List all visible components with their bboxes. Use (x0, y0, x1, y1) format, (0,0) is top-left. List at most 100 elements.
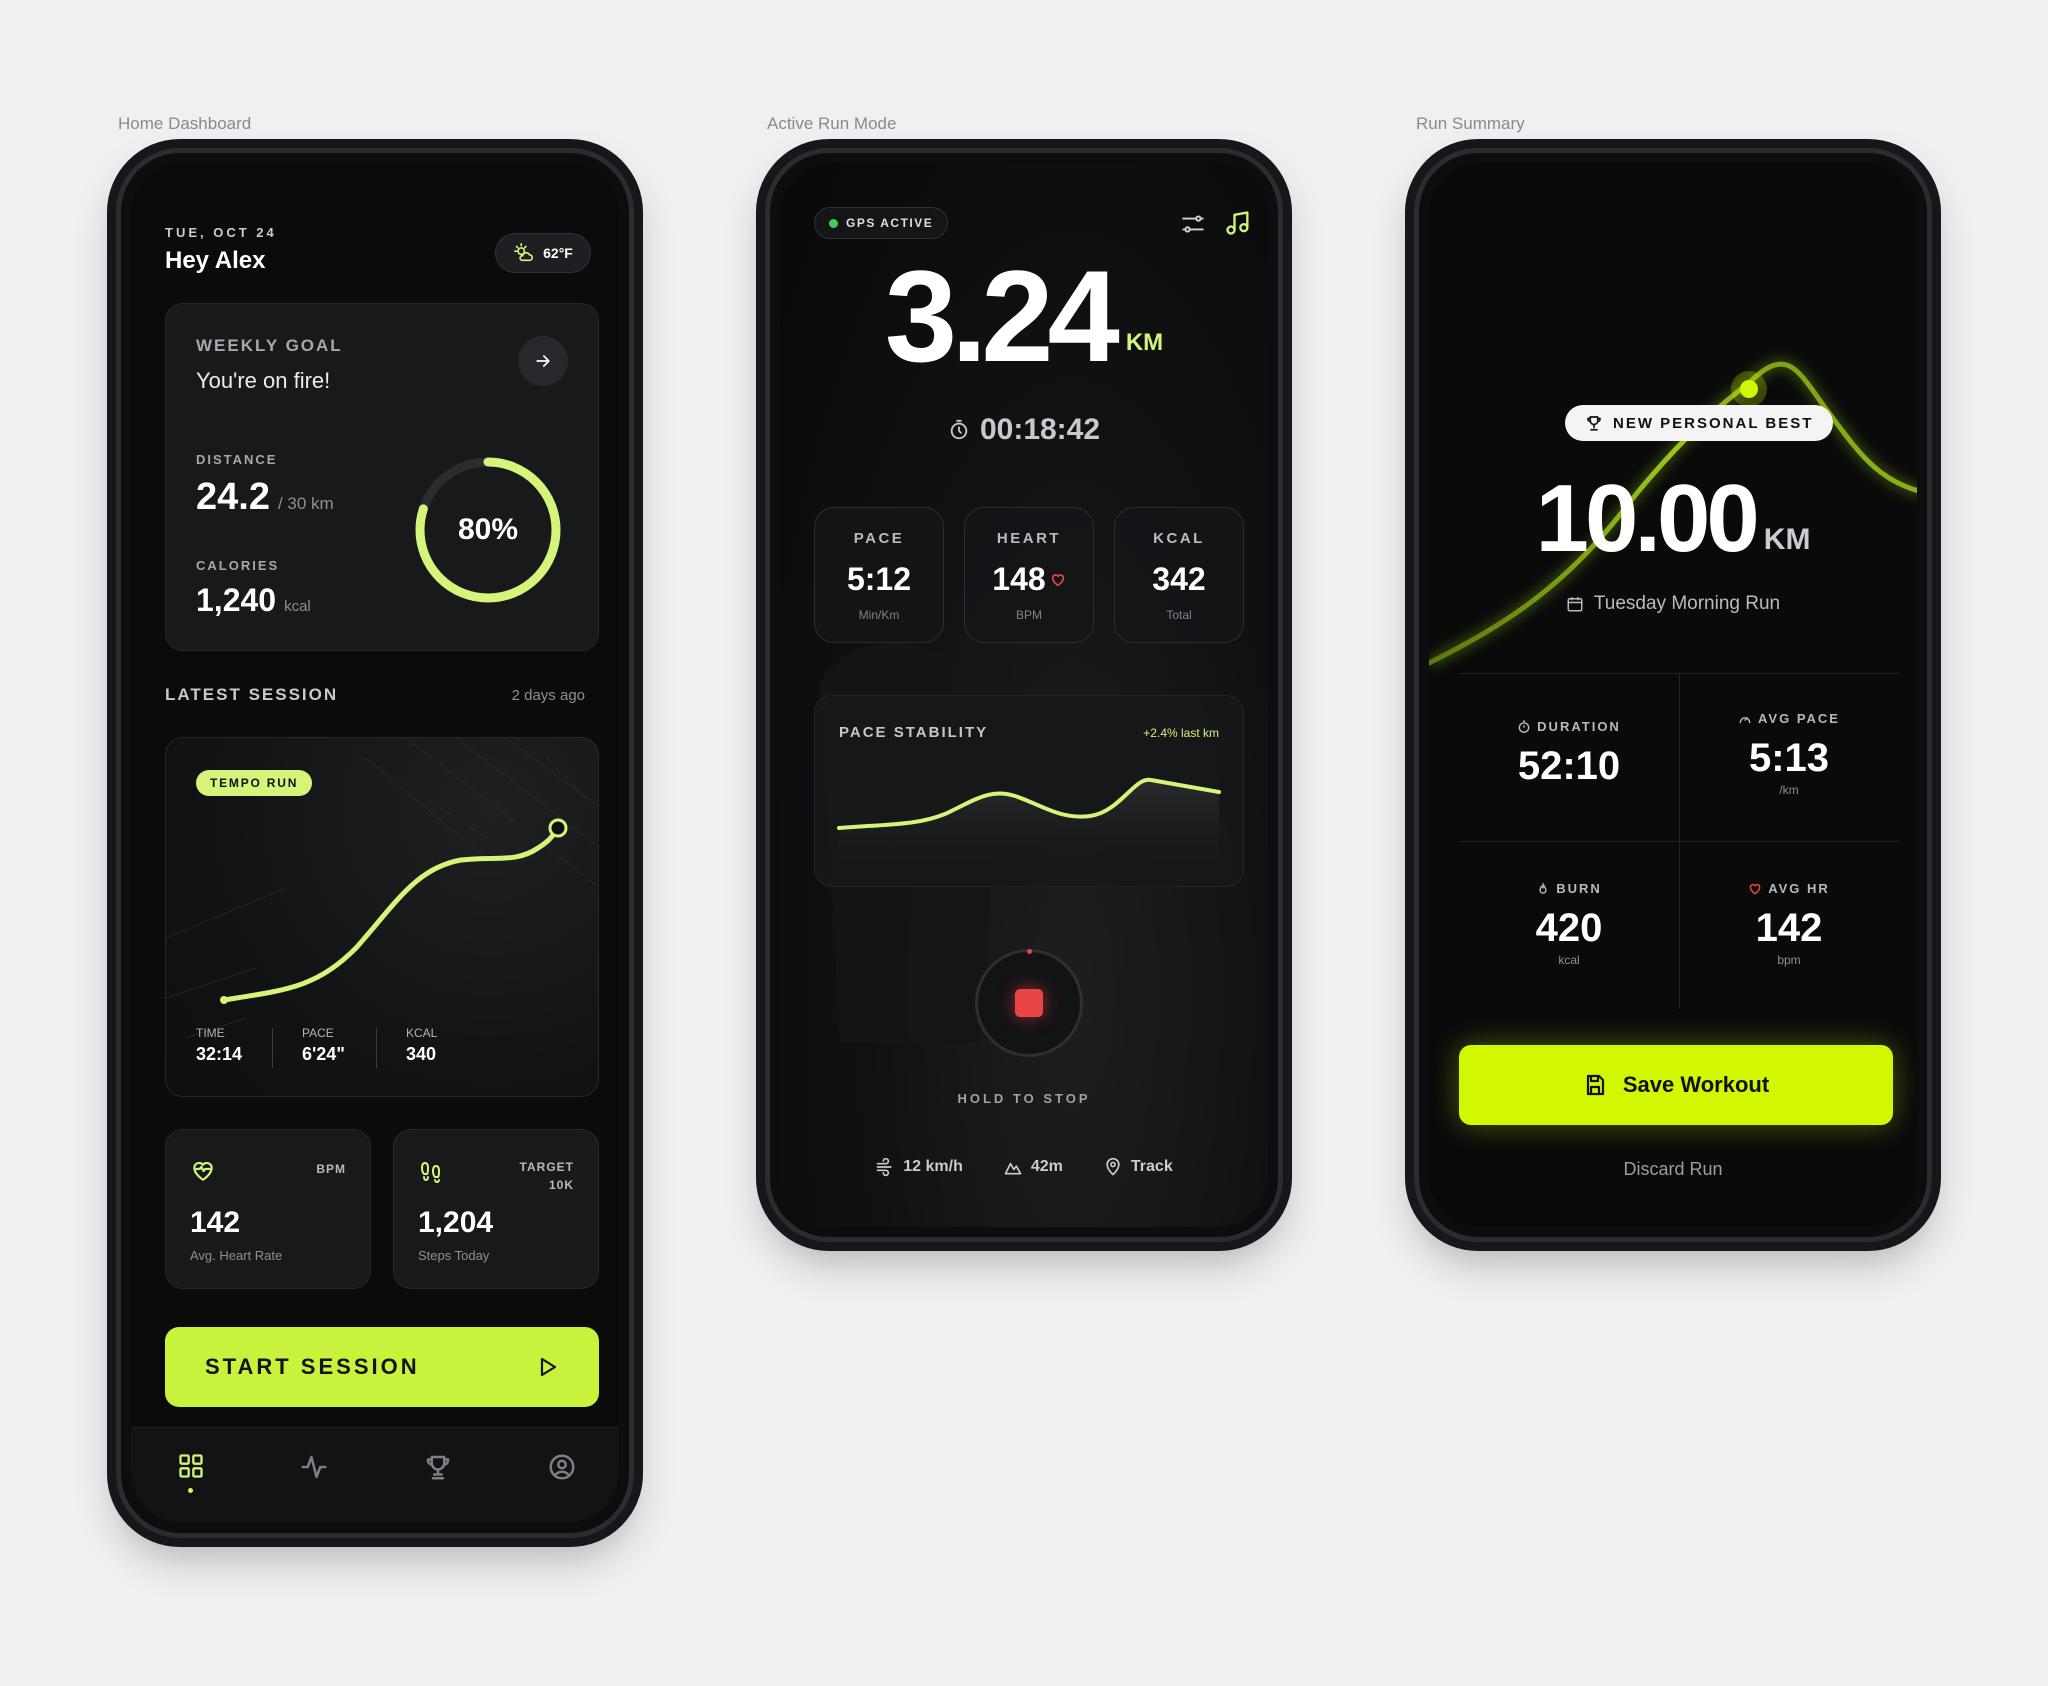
summary-screen: NEW PERSONAL BEST 10.00 KM Tuesday Morni… (1429, 163, 1917, 1227)
home-screen: TUE, OCT 24 Hey Alex 62°F WEEKLY GOAL Yo… (131, 163, 619, 1523)
distance-target: / 30 km (277, 494, 334, 513)
heart-icon (1749, 883, 1761, 895)
pace-stability-chart (837, 777, 1221, 876)
personal-best-label: NEW PERSONAL BEST (1613, 414, 1814, 432)
activity-icon (301, 1455, 327, 1479)
summary-distance: 10.00 (1535, 465, 1760, 572)
weekly-goal-card[interactable]: WEEKLY GOAL You're on fire! DISTANCE 24.… (165, 303, 599, 651)
save-icon (1586, 1074, 1604, 1096)
nav-profile[interactable] (547, 1452, 577, 1482)
footprints-icon (420, 1161, 441, 1184)
summary-distance-display: 10.00 KM (1429, 471, 1917, 567)
summary-burn: BURN 420 kcal (1535, 881, 1603, 967)
stat-kcal: KCAL 342 Total (1114, 507, 1244, 643)
steps-value: 1,204 (418, 1206, 494, 1239)
stop-square-icon (1015, 989, 1043, 1017)
heart-caption: Avg. Heart Rate (190, 1248, 283, 1263)
user-circle-icon (549, 1454, 575, 1480)
stopwatch-icon (950, 419, 968, 440)
stat-pace: PACE 5:12 Min/Km (814, 507, 944, 643)
gps-chip: GPS ACTIVE (814, 207, 949, 239)
latest-session-when: 2 days ago (511, 687, 585, 704)
wind-icon (876, 1157, 892, 1177)
greeting: Hey Alex (165, 247, 266, 274)
summary-duration: DURATION 52:10 (1517, 719, 1621, 788)
map-pin-icon (1106, 1157, 1120, 1176)
heart-icon (1051, 573, 1064, 586)
run-name: Tuesday Morning Run (1429, 593, 1917, 615)
phone-active: GPS ACTIVE 3.24 KM 00:18:42 PACE 5:12 Mi… (765, 148, 1283, 1242)
weather-chip[interactable]: 62°F (495, 233, 591, 273)
heart-pulse-icon (193, 1161, 213, 1181)
pace-stability-card: PACE STABILITY +2.4% last km (814, 695, 1244, 887)
bottom-nav (131, 1427, 619, 1523)
start-session-label: START SESSION (205, 1354, 420, 1379)
stop-button[interactable] (975, 949, 1083, 1057)
personal-best-badge: NEW PERSONAL BEST (1565, 405, 1834, 441)
speed-readout: 12 km/h (875, 1157, 963, 1177)
heart-unit: BPM (316, 1162, 346, 1176)
gps-status-dot (829, 218, 838, 228)
heart-rate-card[interactable]: BPM 142 Avg. Heart Rate (165, 1129, 371, 1289)
calories-value: 1,240 (196, 582, 277, 618)
hold-to-stop-label: HOLD TO STOP (957, 1091, 1091, 1106)
distance-value: 24.2 (196, 476, 270, 518)
distance-label: DISTANCE (196, 452, 278, 467)
caption-summary: Run Summary (1416, 114, 1525, 133)
save-workout-label: Save Workout (1622, 1072, 1770, 1097)
active-distance: 3.24 (884, 243, 1120, 389)
mountain-icon (1004, 1162, 1022, 1175)
gauge-icon (1739, 716, 1751, 723)
steps-target: TARGET 10K (519, 1160, 574, 1192)
weather-temp: 62°F (543, 245, 573, 261)
partly-sunny-icon (514, 243, 534, 262)
play-icon (540, 1357, 557, 1377)
stat-heart: HEART 148 BPM (964, 507, 1094, 643)
save-workout-button[interactable]: Save Workout (1459, 1045, 1893, 1125)
weekly-goal-label: WEEKLY GOAL (196, 336, 343, 355)
caption-home: Home Dashboard (118, 114, 252, 133)
goal-progress-ring: 80% (410, 452, 566, 608)
track-button[interactable]: Track (1103, 1157, 1173, 1177)
calories-unit: kcal (284, 598, 311, 615)
nav-activity[interactable] (299, 1452, 329, 1482)
heart-value: 142 (190, 1206, 241, 1239)
stop-progress-dot (1027, 949, 1032, 954)
stopwatch-icon (1518, 719, 1530, 733)
caption-active: Active Run Mode (767, 114, 897, 133)
summary-avg-pace: AVG PACE 5:13 /km (1679, 711, 1899, 797)
steps-caption: Steps Today (418, 1248, 490, 1263)
summary-avg-hr: AVG HR 142 bpm (1679, 881, 1899, 967)
active-footer: 12 km/h 42m Track (780, 1157, 1268, 1177)
nav-home[interactable] (177, 1452, 213, 1496)
elevation-readout: 42m (1003, 1157, 1063, 1177)
goal-progress-text: 80% (457, 513, 519, 546)
discard-run-button[interactable]: Discard Run (1429, 1159, 1917, 1180)
grid-icon (179, 1454, 203, 1478)
music-icon[interactable] (1224, 209, 1252, 237)
summary-distance-unit: KM (1763, 523, 1811, 556)
active-distance-unit: KM (1125, 329, 1164, 356)
nav-active-dot (188, 1488, 193, 1493)
phone-home: TUE, OCT 24 Hey Alex 62°F WEEKLY GOAL Yo… (116, 148, 634, 1538)
flame-icon (1539, 882, 1547, 894)
sliders-icon[interactable] (1180, 211, 1206, 237)
distance-display: 3.24 KM (780, 251, 1268, 381)
gps-label: GPS ACTIVE (846, 216, 934, 230)
date-label: TUE, OCT 24 (165, 225, 277, 240)
arrow-right-icon (536, 355, 550, 367)
session-kcal: KCAL 340 (406, 1026, 438, 1064)
session-time: TIME 32:14 (196, 1026, 243, 1064)
weekly-goal-arrow-button[interactable] (518, 336, 568, 386)
active-timer: 00:18:42 (979, 413, 1101, 446)
phone-summary: NEW PERSONAL BEST 10.00 KM Tuesday Morni… (1414, 148, 1932, 1242)
calories-label: CALORIES (196, 558, 280, 573)
calendar-icon (1567, 597, 1583, 612)
steps-card[interactable]: TARGET 10K 1,204 Steps Today (393, 1129, 599, 1289)
nav-trophy[interactable] (423, 1452, 453, 1482)
active-screen: GPS ACTIVE 3.24 KM 00:18:42 PACE 5:12 Mi… (780, 163, 1268, 1227)
start-session-button[interactable]: START SESSION (165, 1327, 599, 1407)
trophy-icon (426, 1455, 450, 1480)
weekly-goal-subtitle: You're on fire! (196, 368, 331, 393)
latest-session-card[interactable]: TEMPO RUN TIME 32:14 PACE 6'24" KCAL 340 (165, 737, 599, 1097)
